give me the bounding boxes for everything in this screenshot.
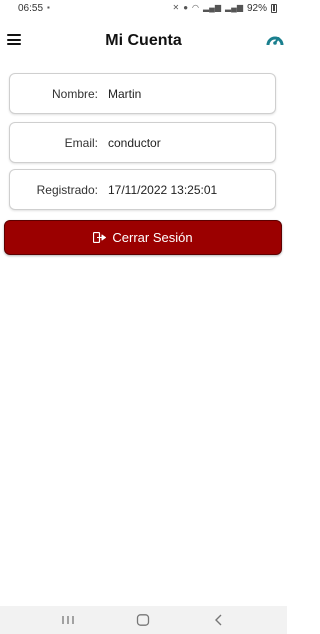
system-nav-bar (0, 606, 287, 634)
email-card: Email: conductor (9, 122, 276, 163)
home-icon (137, 614, 150, 626)
status-left: 06:55 ▪ (18, 3, 50, 14)
logout-button[interactable]: Cerrar Sesión (4, 220, 282, 255)
recent-apps-button[interactable] (53, 610, 83, 630)
wifi-icon: ◠ (192, 3, 200, 12)
signal-icon-2: ▂▄▆ (225, 3, 243, 12)
name-label: Nombre: (51, 86, 98, 101)
email-value: conductor (108, 135, 161, 150)
battery-percent: 92% (246, 2, 267, 14)
signal-icon: ▂▄▆ (203, 3, 221, 12)
location-icon: ● (183, 3, 189, 12)
registered-value: 17/11/2022 13:25:01 (108, 182, 218, 197)
battery-icon (271, 3, 277, 13)
status-time: 06:55 (18, 2, 44, 14)
sign-out-icon (93, 232, 107, 243)
mute-icon: ✕ (172, 3, 180, 12)
registered-card: Registrado: 17/11/2022 13:25:01 (9, 169, 276, 210)
logout-label: Cerrar Sesión (112, 230, 193, 245)
recent-apps-icon (62, 616, 74, 624)
status-right: ✕ ● ◠ ▂▄▆ ▂▄▆ 92% (172, 3, 277, 14)
app-bar: Mi Cuenta (0, 22, 287, 62)
gauge-icon[interactable] (266, 32, 284, 48)
email-label: Email: (64, 135, 98, 150)
back-icon (215, 614, 222, 626)
status-bar: 06:55 ▪ ✕ ● ◠ ▂▄▆ ▂▄▆ 92% (0, 0, 287, 16)
registered-label: Registrado: (36, 182, 98, 197)
notification-icon: ▪ (47, 3, 50, 12)
home-button[interactable] (128, 610, 158, 630)
back-button[interactable] (204, 610, 234, 630)
name-value: Martin (108, 86, 142, 101)
page-title: Mi Cuenta (105, 32, 182, 49)
name-card: Nombre: Martin (9, 73, 276, 114)
